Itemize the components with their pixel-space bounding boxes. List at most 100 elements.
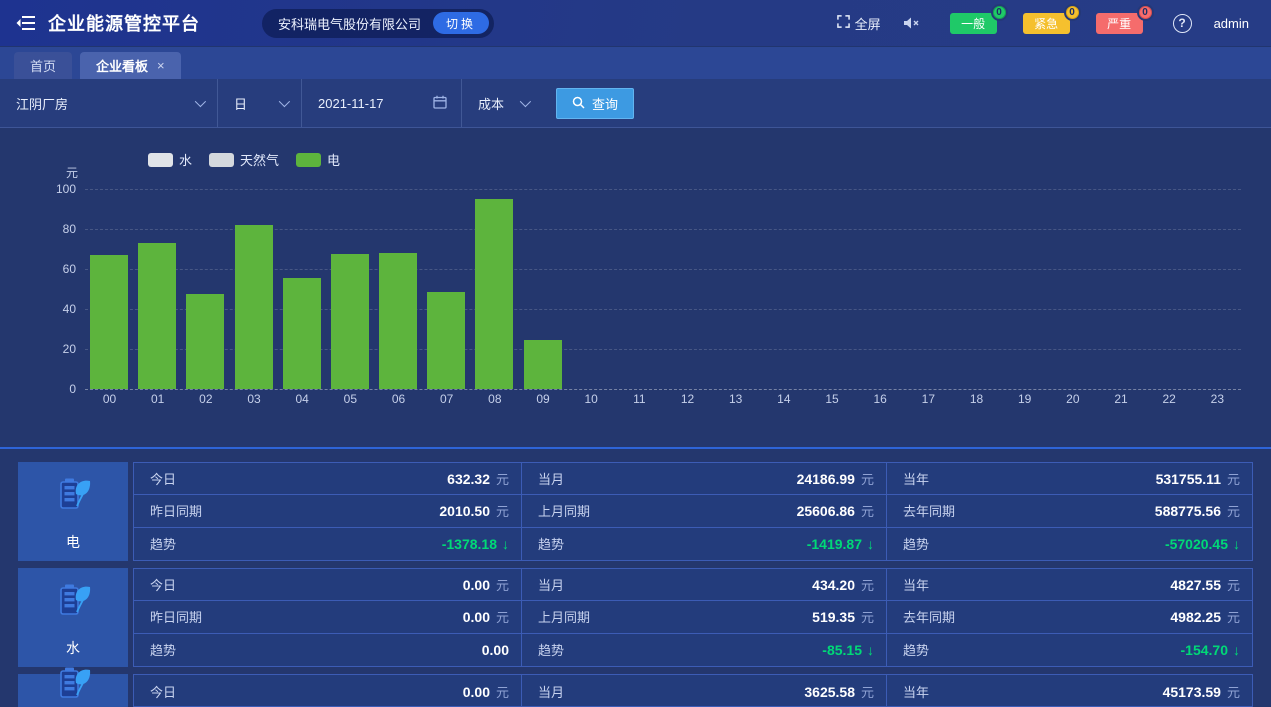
metric-unit: 元 bbox=[861, 501, 874, 520]
metric-cell: 昨日同期 2010.50元 bbox=[134, 495, 521, 527]
metric-unit: 元 bbox=[1227, 469, 1240, 488]
metric-value-group: -85.15↓ bbox=[822, 642, 874, 658]
bar-电-08 bbox=[475, 199, 513, 389]
metric-unit: 元 bbox=[861, 469, 874, 488]
help-icon[interactable]: ? bbox=[1173, 14, 1192, 33]
metric-value: -1419.87 bbox=[807, 536, 862, 552]
metric-label: 昨日同期 bbox=[150, 607, 202, 626]
legend-label: 水 bbox=[179, 150, 192, 169]
metric-value-group: -1378.18↓ bbox=[442, 536, 509, 552]
metric-cell: 上月同期 25606.86 元 bbox=[522, 495, 886, 527]
company-name: 安科瑞电气股份有限公司 bbox=[278, 14, 421, 33]
calendar-icon bbox=[433, 95, 447, 112]
trend-down-icon: ↓ bbox=[502, 536, 509, 552]
metric-label: 上月同期 bbox=[538, 501, 590, 520]
site-select[interactable]: 江阴厂房 bbox=[0, 79, 218, 127]
metric-label: 当年 bbox=[903, 469, 929, 488]
fullscreen-button[interactable]: 全屏 bbox=[837, 14, 881, 33]
metric-label: 趋势 bbox=[150, 640, 176, 659]
metric-value-group: 2010.50元 bbox=[439, 501, 509, 520]
x-tick-label: 19 bbox=[1000, 392, 1049, 406]
energy-type-card: 水 bbox=[18, 568, 128, 667]
bar-电-05 bbox=[331, 254, 369, 389]
filter-bar: 江阴厂房 日 2021-11-17 成本 查询 bbox=[0, 79, 1271, 128]
metric-label: 上月同期 bbox=[538, 607, 590, 626]
metric-value: -154.70 bbox=[1181, 642, 1228, 658]
bar-电-07 bbox=[427, 292, 465, 389]
search-button-label: 查询 bbox=[592, 94, 618, 113]
energy-column: 当年4827.55元去年同期4982.25元趋势-154.70↓ bbox=[886, 569, 1252, 666]
mute-icon[interactable] bbox=[903, 16, 920, 30]
x-tick-label: 18 bbox=[952, 392, 1001, 406]
y-tick-label: 100 bbox=[30, 182, 76, 196]
legend-item-电[interactable]: 电 bbox=[296, 150, 340, 169]
site-select-value: 江阴厂房 bbox=[16, 94, 68, 113]
collapse-menu-icon[interactable] bbox=[14, 11, 38, 35]
metric-value-group: 24186.99元 bbox=[797, 469, 874, 488]
metric-label: 昨日同期 bbox=[150, 501, 202, 520]
x-tick-label: 12 bbox=[663, 392, 712, 406]
metric-label: 去年同期 bbox=[903, 501, 955, 520]
x-tick-label: 05 bbox=[326, 392, 375, 406]
alarm-count-badge: 0 bbox=[1137, 4, 1154, 21]
energy-cells: 今日632.32元昨日同期2010.50元趋势-1378.18↓当月24186.… bbox=[133, 462, 1253, 561]
x-tick-label: 17 bbox=[904, 392, 953, 406]
metric-select[interactable]: 成本 bbox=[462, 79, 542, 127]
tab-home[interactable]: 首页 bbox=[14, 52, 72, 79]
energy-type-card: 电 bbox=[18, 462, 128, 561]
metric-cell: 今日0.00元 bbox=[134, 675, 521, 707]
metric-value-group: 4982.25元 bbox=[1170, 607, 1240, 626]
alarm-badge-严重[interactable]: 严重0 bbox=[1096, 13, 1143, 34]
trend-down-icon: ↓ bbox=[1233, 642, 1240, 658]
metric-value-group: 588775.56元 bbox=[1155, 501, 1240, 520]
metric-select-value: 成本 bbox=[478, 94, 504, 113]
legend-item-天然气[interactable]: 天然气 bbox=[209, 150, 279, 169]
metric-cell: 上月同期 519.35元 bbox=[522, 601, 886, 633]
tab-enterprise-board-label: 企业看板 bbox=[96, 56, 148, 75]
energy-row: 今日0.00元当月3625.58元当年45173.59元 bbox=[18, 674, 1253, 707]
date-picker-value: 2021-11-17 bbox=[318, 96, 384, 111]
metric-cell: 当年 45173.59元 bbox=[887, 675, 1252, 707]
metric-value: 2010.50 bbox=[439, 503, 490, 519]
energy-cells: 今日0.00元昨日同期0.00元趋势0.00当月434.20元上月同期519.3… bbox=[133, 568, 1253, 667]
metric-value-group: 531755.11元 bbox=[1156, 469, 1240, 488]
alarm-badge-一般[interactable]: 一般0 bbox=[950, 13, 997, 34]
metric-unit: 元 bbox=[496, 682, 509, 701]
metric-value-group: -154.70 ↓ bbox=[1181, 642, 1240, 658]
battery-leaf-icon bbox=[50, 472, 96, 523]
chart-plot-area bbox=[85, 189, 1241, 389]
tab-enterprise-board[interactable]: 企业看板 × bbox=[80, 52, 181, 79]
legend-item-水[interactable]: 水 bbox=[148, 150, 192, 169]
search-button[interactable]: 查询 bbox=[556, 88, 634, 119]
metric-label: 当年 bbox=[903, 575, 929, 594]
metric-value-group: 4827.55元 bbox=[1170, 575, 1240, 594]
legend-swatch bbox=[148, 153, 173, 167]
x-tick-label: 03 bbox=[230, 392, 279, 406]
metric-label: 去年同期 bbox=[903, 607, 955, 626]
metric-value-group: 3625.58元 bbox=[804, 682, 874, 701]
metric-value: 519.35 bbox=[812, 609, 855, 625]
metric-value-group: 434.20元 bbox=[812, 575, 874, 594]
trend-down-icon: ↓ bbox=[867, 642, 874, 658]
metric-value-group: 519.35元 bbox=[812, 607, 874, 626]
metric-value-group: -1419.87↓ bbox=[807, 536, 874, 552]
close-tab-icon[interactable]: × bbox=[157, 58, 165, 73]
metric-value: 0.00 bbox=[463, 609, 490, 625]
metric-value-group: 25606.86 元 bbox=[797, 501, 874, 520]
user-menu[interactable]: admin bbox=[1214, 16, 1249, 31]
period-select[interactable]: 日 bbox=[218, 79, 302, 127]
period-select-value: 日 bbox=[234, 94, 247, 113]
metric-label: 当月 bbox=[538, 469, 564, 488]
metric-value: 632.32 bbox=[447, 471, 490, 487]
switch-company-button[interactable]: 切换 bbox=[433, 12, 489, 34]
x-tick-label: 07 bbox=[422, 392, 471, 406]
page-title: 企业能源管控平台 bbox=[48, 10, 200, 36]
metric-cell: 昨日同期0.00元 bbox=[134, 601, 521, 633]
metric-value-group: 45173.59元 bbox=[1163, 682, 1240, 701]
metric-value: 25606.86 bbox=[797, 503, 855, 519]
date-picker[interactable]: 2021-11-17 bbox=[302, 79, 462, 127]
alarm-badge-紧急[interactable]: 紧急0 bbox=[1023, 13, 1070, 34]
metric-cell: 今日632.32元 bbox=[134, 463, 521, 495]
metric-value: 588775.56 bbox=[1155, 503, 1221, 519]
metric-label: 当年 bbox=[903, 682, 929, 701]
